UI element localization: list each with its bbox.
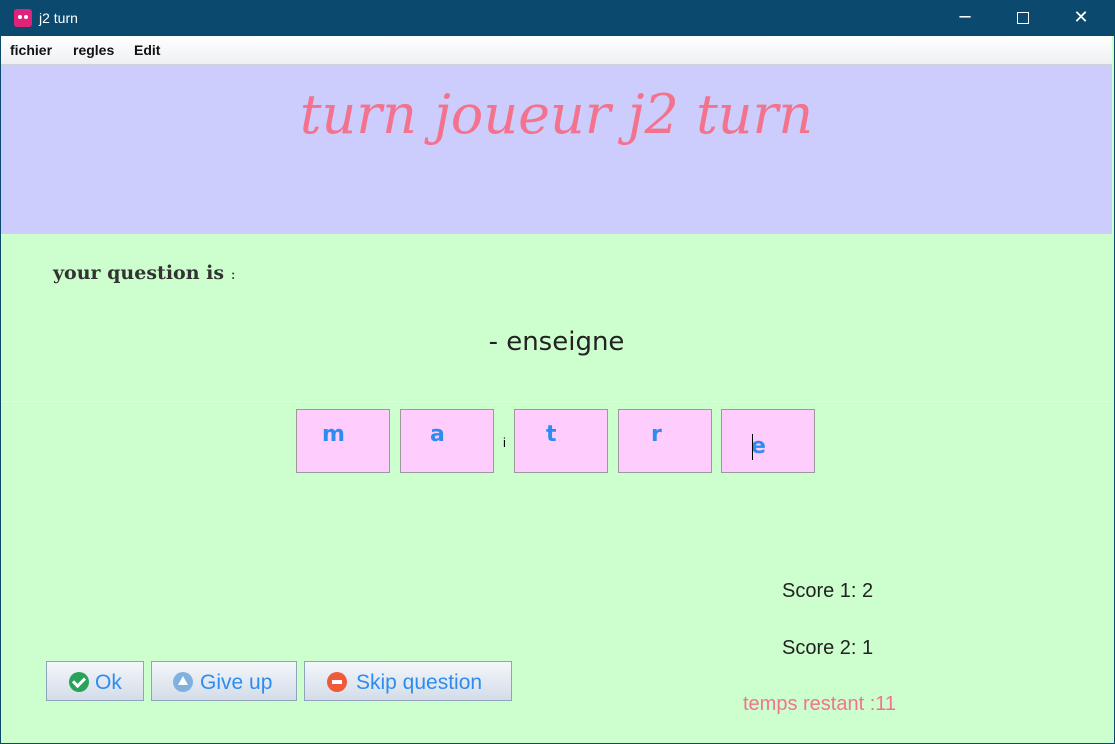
- turn-header: turn joueur j2 turn: [1, 65, 1112, 234]
- score-2: Score 2: 1: [782, 637, 874, 659]
- menu-edit[interactable]: Edit: [134, 42, 160, 58]
- ok-button[interactable]: Ok: [46, 661, 144, 701]
- letter-value: e: [751, 434, 766, 459]
- minimize-icon: ─: [959, 7, 971, 28]
- question-text: - enseigne: [488, 327, 625, 357]
- remaining-time: temps restant :11: [743, 693, 897, 715]
- title-bar[interactable]: j2 turn ─ ✕: [1, 1, 1114, 36]
- score-1: Score 1: 2: [782, 580, 874, 602]
- letter-input-2[interactable]: a: [400, 409, 494, 473]
- arrow-up-icon: [173, 672, 193, 692]
- question-label-colon: :: [230, 265, 236, 283]
- letter-value: m: [322, 422, 345, 447]
- letter-input-3[interactable]: t: [514, 409, 608, 473]
- divider: [1, 401, 1112, 402]
- turn-title: turn joueur j2 turn: [299, 83, 814, 146]
- letter-input-5[interactable]: e: [721, 409, 815, 473]
- letter-value: a: [430, 422, 445, 447]
- question-label-text: your question is: [53, 262, 225, 284]
- menu-regles[interactable]: regles: [73, 42, 114, 58]
- app-cat-icon: [14, 9, 32, 27]
- skip-icon: [327, 672, 347, 692]
- app-window: j2 turn ─ ✕ fichier regles Edit turn jou…: [0, 0, 1115, 744]
- skip-question-button-label: Skip question: [356, 671, 483, 694]
- close-button[interactable]: ✕: [1052, 1, 1110, 36]
- close-icon: ✕: [1073, 7, 1089, 28]
- letter-input-1[interactable]: m: [296, 409, 390, 473]
- check-shield-icon: [69, 672, 89, 692]
- letter-value: t: [546, 422, 557, 447]
- minimize-button[interactable]: ─: [936, 1, 994, 36]
- letter-value: r: [651, 422, 662, 447]
- ok-button-label: Ok: [95, 671, 122, 694]
- maximize-icon: [1017, 12, 1029, 24]
- give-up-button[interactable]: Give up: [151, 661, 297, 701]
- fixed-letter: i: [503, 435, 506, 450]
- menu-bar: fichier regles Edit: [1, 36, 1112, 65]
- give-up-button-label: Give up: [200, 671, 273, 694]
- skip-question-button[interactable]: Skip question: [304, 661, 512, 701]
- question-label: your question is :: [53, 262, 236, 284]
- letter-input-4[interactable]: r: [618, 409, 712, 473]
- menu-fichier[interactable]: fichier: [10, 42, 52, 58]
- text-caret: [752, 434, 753, 460]
- maximize-button[interactable]: [994, 1, 1052, 36]
- window-title: j2 turn: [39, 10, 78, 26]
